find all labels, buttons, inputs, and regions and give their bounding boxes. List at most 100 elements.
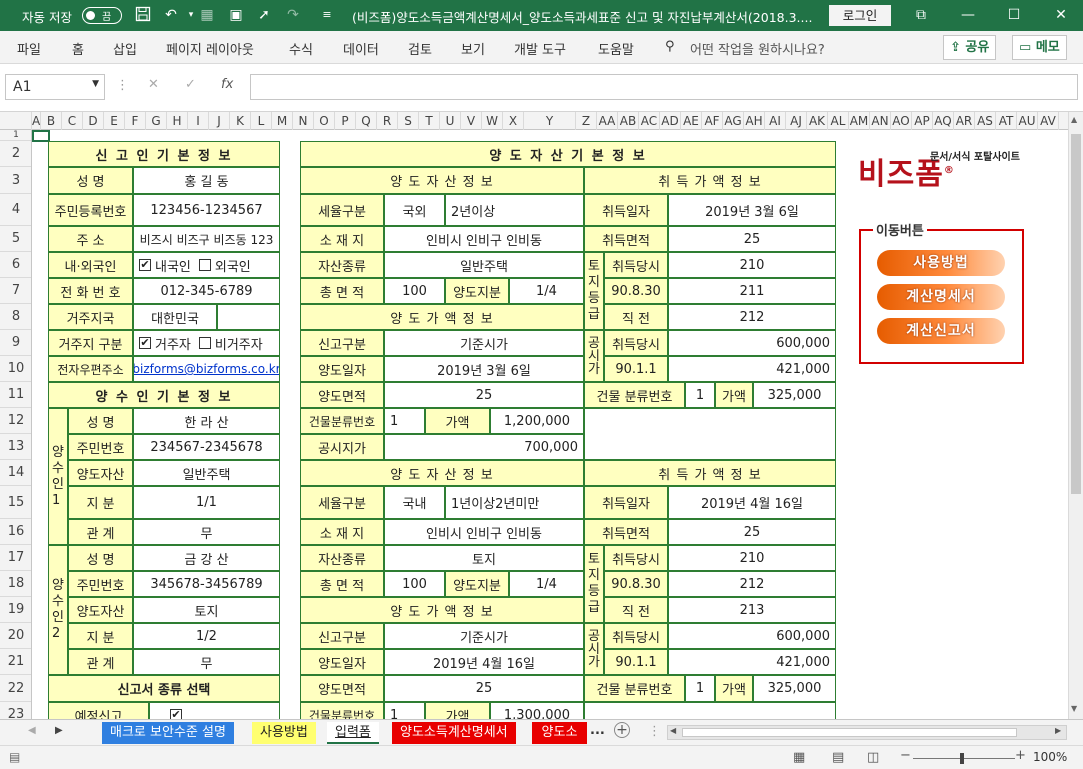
name-value[interactable]: 홍 길 동 [133,167,280,194]
a2-area[interactable]: 100 [384,571,445,597]
column-header[interactable]: AI [765,112,786,130]
row-header[interactable]: 15 [0,486,31,519]
row-header[interactable]: 12 [0,408,31,434]
zoom-slider-thumb[interactable] [960,753,964,764]
column-header[interactable]: AF [702,112,723,130]
row-header[interactable]: 6 [0,252,31,278]
column-header[interactable]: T [419,112,440,130]
column-header[interactable]: AK [807,112,828,130]
column-header[interactable]: A [32,112,41,130]
column-header[interactable]: AO [891,112,912,130]
tab-help[interactable]: 도움말 [598,39,634,58]
a1-land-price[interactable]: 700,000 [384,434,584,460]
tab-input-form[interactable]: 입력폼 [327,722,379,744]
row-header[interactable]: 9 [0,330,31,356]
zoom-slider[interactable] [913,758,1015,759]
a1-bldg-price2[interactable]: 325,000 [753,382,836,408]
t1-asset[interactable]: 일반주택 [133,460,280,486]
chevron-down-icon[interactable]: ▼ [92,79,99,89]
column-header[interactable]: N [293,112,314,130]
a1-share[interactable]: 1/4 [509,278,584,304]
add-sheet-icon[interactable]: + [614,722,630,738]
column-header[interactable]: AA [597,112,618,130]
autosave-toggle[interactable]: 끔 [82,7,122,24]
macro-record-icon[interactable]: ▤ [9,750,20,764]
image-icon[interactable]: ▣ [227,6,245,24]
column-header[interactable]: C [62,112,83,130]
column-header[interactable]: AD [660,112,681,130]
scroll-thumb[interactable] [1071,134,1081,494]
column-header[interactable]: U [440,112,461,130]
a2-holding[interactable]: 1년이상2년미만 [445,486,584,519]
a2-share[interactable]: 1/4 [509,571,584,597]
t1-rrn[interactable]: 234567-2345678 [133,434,280,460]
a2-notice-acq[interactable]: 600,000 [668,623,836,649]
column-header[interactable]: J [209,112,230,130]
a1-tax-type[interactable]: 국외 [384,194,445,226]
column-header[interactable]: S [398,112,419,130]
tab-usage[interactable]: 사용방법 [252,722,316,744]
a2-bldg-class[interactable]: 1 [384,702,425,719]
column-header[interactable]: W [482,112,503,130]
row-header[interactable]: 20 [0,623,31,649]
row-header[interactable]: 22 [0,675,31,702]
a2-report-type[interactable]: 기준시가 [384,623,584,649]
column-header[interactable]: AQ [933,112,954,130]
minimize-icon[interactable]: — [959,6,977,24]
a2-bldg-class2[interactable]: 1 [685,675,715,702]
row-header[interactable]: 10 [0,356,31,382]
ribbon-display-icon[interactable]: ⧉ [912,6,930,24]
select-all-corner[interactable] [0,112,32,130]
close-icon[interactable]: ✕ [1052,6,1070,24]
column-header[interactable]: AM [849,112,870,130]
t2-asset[interactable]: 토지 [133,597,280,623]
column-header[interactable]: AP [912,112,933,130]
a2-transfer-area[interactable]: 25 [384,675,584,702]
a2-grade-date-val[interactable]: 212 [668,571,836,597]
column-header[interactable]: H [167,112,188,130]
a1-grade-date-val[interactable]: 211 [668,278,836,304]
row-header[interactable]: 13 [0,434,31,460]
maximize-icon[interactable]: ☐ [1005,6,1023,24]
a2-grade-acq[interactable]: 210 [668,545,836,571]
tab-file[interactable]: 파일 [17,39,41,58]
a1-notice-date-val[interactable]: 421,000 [668,356,836,382]
usage-button[interactable]: 사용방법 [877,250,1005,276]
column-header[interactable]: M [272,112,293,130]
row-header[interactable]: 4 [0,194,31,226]
column-header[interactable]: AL [828,112,849,130]
nonresident-checkbox[interactable] [198,337,211,349]
column-header[interactable]: L [251,112,272,130]
column-header[interactable]: AJ [786,112,807,130]
country-extra[interactable] [217,304,280,330]
column-header[interactable]: AV [1038,112,1059,130]
column-header[interactable]: AE [681,112,702,130]
a2-acq-date[interactable]: 2019년 4월 16일 [668,486,836,519]
a2-tax-type[interactable]: 국내 [384,486,445,519]
domestic-checkbox[interactable]: ✔ [139,259,151,271]
a2-grade-direct[interactable]: 213 [668,597,836,623]
column-header[interactable]: Q [356,112,377,130]
foreign-checkbox[interactable] [198,259,211,271]
column-header[interactable]: D [83,112,104,130]
column-header[interactable]: AC [639,112,660,130]
column-header[interactable]: Y [524,112,576,130]
scroll-down-icon[interactable]: ▼ [1071,704,1077,713]
a1-acq-date[interactable]: 2019년 3월 6일 [668,194,836,226]
redo-icon[interactable]: ↷ [284,6,302,24]
tab-view[interactable]: 보기 [461,39,485,58]
a2-bldg-price[interactable]: 1,300,000 [490,702,584,719]
tab-developer[interactable]: 개발 도구 [514,39,566,58]
resident-checkbox[interactable]: ✔ [139,337,151,349]
detail-button[interactable]: 계산명세서 [877,284,1005,310]
a2-asset-type[interactable]: 토지 [384,545,584,571]
column-header[interactable]: G [146,112,167,130]
pointer-icon[interactable]: ➚ [255,6,273,24]
row-header[interactable]: 3 [0,167,31,194]
address-value[interactable]: 비즈시 비즈구 비즈동 123 [133,226,280,252]
tab-next-icon[interactable]: ▶ [55,725,63,736]
a1-bldg-class2[interactable]: 1 [685,382,715,408]
column-header[interactable]: K [230,112,251,130]
customize-qat-icon[interactable]: ≡ [318,6,336,24]
column-header[interactable]: F [125,112,146,130]
